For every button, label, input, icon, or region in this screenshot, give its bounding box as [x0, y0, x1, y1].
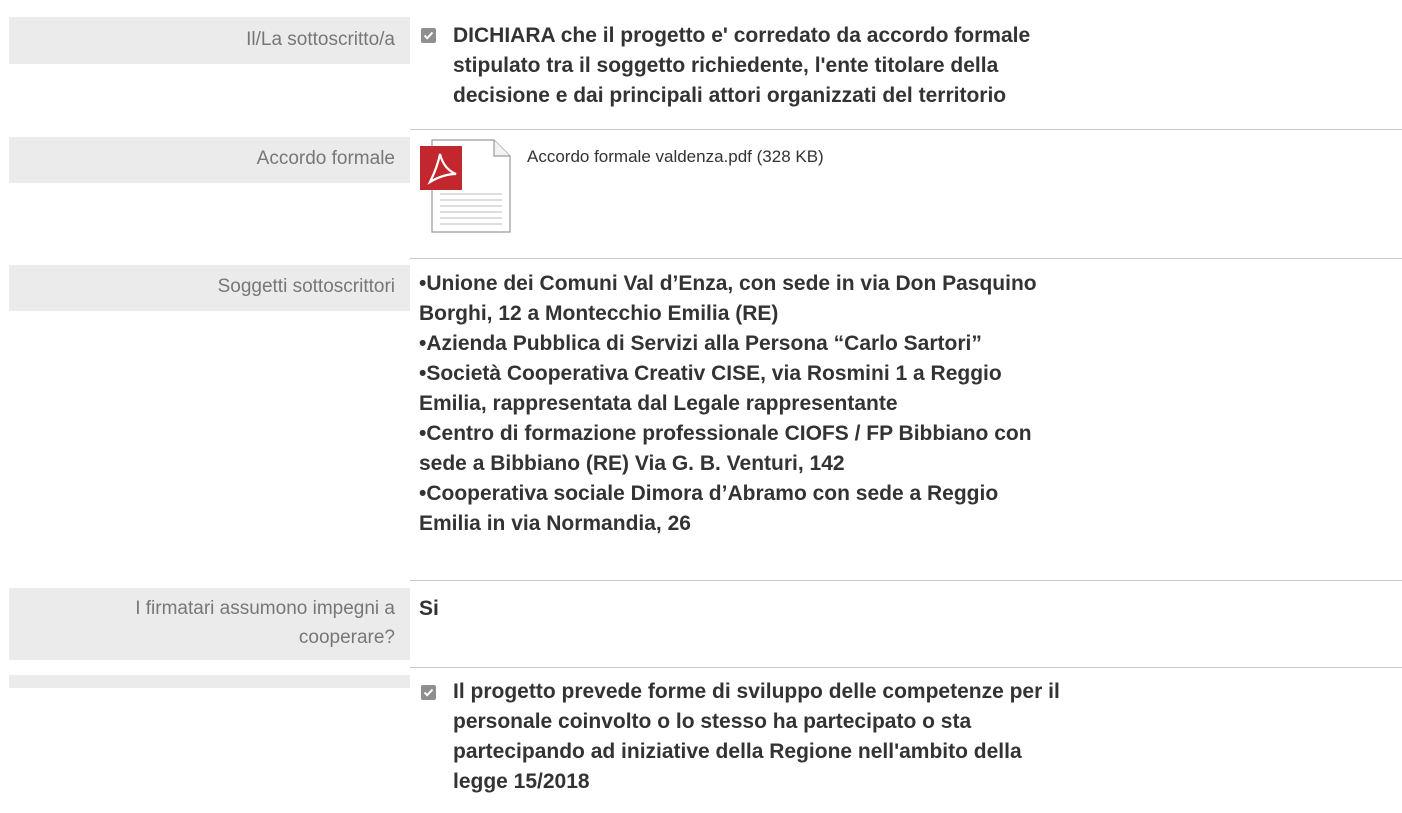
declaration-line: Il progetto prevede forme di sviluppo de… — [453, 680, 1060, 703]
attachment-file-link[interactable]: Accordo formale valdenza.pdf (328 KB) — [527, 145, 824, 169]
list-line: Emilia, rappresentata dal Legale rappres… — [419, 392, 898, 415]
field-label-soggetti: Soggetti sottoscrittori — [9, 265, 410, 311]
list-line: •Unione dei Comuni Val d’Enza, con sede … — [419, 272, 1037, 295]
declaration-checkbox-competenze[interactable] — [421, 685, 436, 700]
declaration-line: DICHIARA che il progetto e' corredato da… — [453, 24, 1031, 47]
firmatari-answer: Si — [419, 597, 439, 620]
row-separator — [410, 580, 1402, 581]
field-label-firmatari: I firmatari assumono impegni a cooperare… — [9, 588, 410, 660]
declaration-line: legge 15/2018 — [453, 770, 590, 793]
declaration-text-competenze: Il progetto prevede forme di sviluppo de… — [453, 677, 1253, 797]
declaration-line: partecipando ad iniziative della Regione… — [453, 740, 1022, 763]
list-line: sede a Bibbiano (RE) Via G. B. Venturi, … — [419, 452, 845, 475]
declaration-text-accordo: DICHIARA che il progetto e' corredato da… — [453, 21, 1213, 111]
field-label-accordo-formale: Accordo formale — [9, 137, 410, 183]
declaration-checkbox-accordo[interactable] — [421, 28, 436, 43]
row-separator — [410, 667, 1402, 668]
pdf-file-icon[interactable] — [418, 138, 513, 234]
list-line: •Società Cooperativa Creativ CISE, via R… — [419, 362, 1002, 385]
field-label-empty — [9, 675, 410, 688]
soggetti-list: •Unione dei Comuni Val d’Enza, con sede … — [419, 269, 1219, 539]
list-line: •Azienda Pubblica di Servizi alla Person… — [419, 332, 982, 355]
label-line: cooperare? — [298, 627, 395, 648]
list-line: •Cooperativa sociale Dimora d’Abramo con… — [419, 482, 999, 505]
declaration-line: stipulato tra il soggetto richiedente, l… — [453, 54, 999, 77]
list-line: •Centro di formazione professionale CIOF… — [419, 422, 1032, 445]
check-icon — [423, 688, 434, 697]
field-label-sottoscritto: Il/La sottoscritto/a — [9, 17, 410, 64]
declaration-line: decisione e dai principali attori organi… — [453, 84, 1007, 107]
label-line: I firmatari assumono impegni a — [135, 598, 395, 619]
list-line: Emilia in via Normandia, 26 — [419, 512, 691, 535]
list-line: Borghi, 12 a Montecchio Emilia (RE) — [419, 302, 779, 325]
row-separator — [410, 129, 1402, 130]
declaration-line: personale coinvolto o lo stesso ha parte… — [453, 710, 972, 733]
row-separator — [410, 258, 1402, 259]
check-icon — [423, 31, 434, 40]
